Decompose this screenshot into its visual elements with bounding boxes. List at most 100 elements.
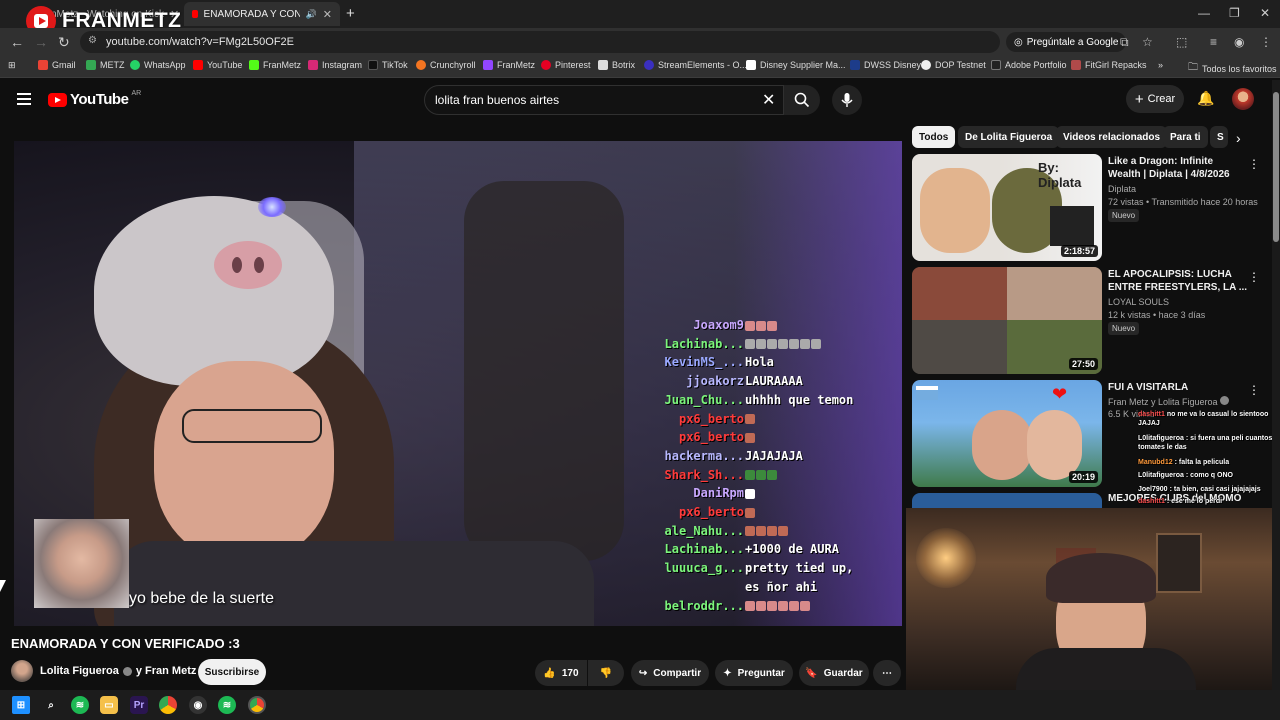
new-tab-button[interactable]: + — [346, 5, 355, 22]
bookmark-tiktok[interactable]: TikTok — [368, 60, 408, 70]
more-actions-button[interactable]: ⋯ — [873, 660, 901, 686]
bookmark-gmail[interactable]: Gmail — [38, 60, 76, 70]
search-icon[interactable]: ⌕ — [42, 696, 60, 714]
bookmark-franmetz-twitch[interactable]: FranMetz — [483, 60, 535, 70]
crunchyroll-icon — [416, 60, 426, 70]
chip-todos[interactable]: Todos — [912, 126, 956, 148]
profile-icon[interactable]: ◉ — [1234, 35, 1244, 49]
bookmark-fitgirl[interactable]: FitGirl Repacks — [1071, 60, 1147, 70]
more-vertical-icon[interactable]: ⋮ — [1248, 270, 1260, 284]
file-explorer-icon[interactable]: ▭ — [100, 696, 118, 714]
channel-name[interactable]: Lolita Figueroa y Fran Metz — [40, 665, 196, 677]
more-vertical-icon[interactable]: ⋮ — [1248, 157, 1260, 171]
obs-icon[interactable]: ◉ — [189, 696, 207, 714]
bookmark-adobe-portfolio[interactable]: Adobe Portfolio — [991, 60, 1067, 70]
ask-google-button[interactable]: ◎ Pregúntale a Google — [1006, 32, 1127, 52]
maximize-icon[interactable]: ❐ — [1229, 6, 1240, 20]
rec-thumbnail[interactable]: By: Diplata 2:18:57 — [912, 154, 1102, 261]
chat-message: KevinMS_... Hola — [644, 355, 904, 373]
bookmark-star-icon[interactable]: ☆ — [1142, 35, 1153, 49]
create-button[interactable]: + Crear — [1126, 85, 1184, 113]
dislike-button[interactable]: 👎 — [588, 660, 624, 686]
bookmark-botrix[interactable]: Botrix — [598, 60, 635, 70]
site-info-icon[interactable]: ⚙ — [88, 35, 97, 46]
bookmark-dwss-disney[interactable]: DWSS Disney — [850, 60, 921, 70]
like-button[interactable]: 👍 170 — [535, 660, 587, 686]
extensions-icon[interactable]: ⬚ — [1176, 35, 1187, 49]
voice-search-button[interactable] — [832, 85, 862, 115]
forward-icon[interactable]: → — [34, 34, 48, 50]
install-app-icon[interactable]: ⧉ — [1120, 35, 1129, 50]
more-vertical-icon[interactable]: ⋮ — [1248, 383, 1260, 397]
search-button[interactable] — [784, 85, 820, 115]
save-button[interactable]: 🔖 Guardar — [799, 660, 869, 686]
account-avatar[interactable] — [1232, 88, 1254, 110]
share-icon: ↪ — [638, 667, 648, 679]
bookmark-instagram[interactable]: Instagram — [308, 60, 362, 70]
bookmark-disney-supplier[interactable]: Disney Supplier Ma... — [746, 60, 846, 70]
more-bookmarks-icon[interactable]: » — [1158, 60, 1163, 70]
chat-username: belroddr... — [664, 598, 744, 613]
bookmark-youtube[interactable]: YouTube — [193, 60, 242, 70]
speaker-icon[interactable]: 🔊 — [306, 9, 317, 20]
chat-message: luuuca_g... pretty tied up, — [644, 561, 904, 579]
ask-button[interactable]: ✦ Preguntar — [715, 660, 793, 686]
kebab-menu-icon[interactable]: ⋮ — [1260, 35, 1272, 49]
bookmark-franmetz[interactable]: FranMetz — [249, 60, 301, 70]
premiere-icon[interactable]: Pr — [130, 696, 148, 714]
rec-title[interactable]: Like a Dragon: Infinite Wealth | Diplata… — [1108, 155, 1248, 181]
chip-related[interactable]: Videos relacionados — [1056, 126, 1168, 148]
chip-for-you[interactable]: Para ti — [1163, 126, 1208, 148]
hamburger-menu-icon[interactable] — [17, 93, 31, 105]
chrome-active-icon[interactable] — [248, 696, 266, 714]
chat-message: Lachinab... — [644, 337, 904, 355]
chat-message: Shark_Sh... — [644, 468, 904, 486]
more-horizontal-icon: ⋯ — [882, 667, 892, 679]
spotify-icon-2[interactable]: ≋ — [218, 696, 236, 714]
bookmark-dop-testnet[interactable]: DOP Testnet — [921, 60, 986, 70]
youtube-logo[interactable]: YouTube AR — [48, 90, 141, 108]
rec-channel[interactable]: Fran Metz y Lolita Figueroa — [1108, 396, 1230, 407]
bookmark-streamelements[interactable]: StreamElements - O... — [644, 60, 747, 70]
media-icon[interactable]: ≡ — [1210, 35, 1217, 49]
chrome-icon[interactable] — [159, 696, 177, 714]
reload-icon[interactable]: ↻ — [58, 34, 70, 51]
chevron-right-icon[interactable]: › — [1236, 130, 1241, 146]
clear-search-icon[interactable]: ✕ — [762, 90, 775, 110]
chat-message: px6_berto — [644, 430, 904, 448]
rec-thumbnail[interactable] — [912, 493, 1102, 509]
stream-chat-username: L0litafigueroa — [1138, 435, 1184, 442]
channel-avatar[interactable] — [11, 660, 33, 682]
bookmark-metz[interactable]: METZ — [86, 60, 125, 70]
pig-snout — [214, 241, 282, 289]
scrollbar-thumb[interactable] — [1273, 92, 1279, 242]
bookmark-crunchyroll[interactable]: Crunchyroll — [416, 60, 476, 70]
back-icon[interactable]: ← — [10, 34, 24, 50]
blue-light — [258, 197, 286, 217]
all-favorites-folder[interactable]: 🗀 Todos los favoritos — [1188, 60, 1277, 77]
streamer-shirt — [1016, 648, 1196, 690]
rec-thumbnail[interactable]: ❤ 20:19 — [912, 380, 1102, 487]
url-text: youtube.com/watch?v=FMg2L50OF2E — [106, 36, 295, 48]
chip-more[interactable]: S — [1210, 126, 1228, 148]
apps-icon[interactable]: ⊞ — [8, 60, 16, 71]
share-button[interactable]: ↪ Compartir — [631, 660, 709, 686]
browser-tab-active[interactable]: ENAMORADA Y CON VERIFICADO :3 🔊 ✕ — [184, 2, 340, 26]
rec-title[interactable]: EL APOCALIPSIS: LUCHA ENTRE FREESTYLERS,… — [1108, 268, 1248, 294]
minimize-icon[interactable]: — — [1198, 6, 1210, 20]
bookmark-whatsapp[interactable]: WhatsApp — [130, 60, 186, 70]
chip-channel[interactable]: De Lolita Figueroa — [958, 126, 1060, 148]
close-icon[interactable]: ✕ — [323, 8, 332, 21]
close-window-icon[interactable]: ✕ — [1260, 6, 1270, 20]
search-input[interactable]: lolita fran buenos airtes — [424, 85, 784, 115]
notifications-bell-icon[interactable]: 🔔 — [1197, 90, 1214, 107]
rec-title[interactable]: FUI A VISITARLA — [1108, 381, 1248, 394]
windows-start-icon[interactable]: ⊞ — [12, 696, 30, 714]
spotify-icon[interactable]: ≋ — [71, 696, 89, 714]
rec-channel[interactable]: LOYAL SOULS — [1108, 297, 1169, 307]
rec-thumbnail[interactable]: 27:50 — [912, 267, 1102, 374]
url-field[interactable]: ⚙ youtube.com/watch?v=FMg2L50OF2E — [80, 31, 1000, 53]
rec-channel[interactable]: Diplata — [1108, 184, 1136, 194]
bookmark-pinterest[interactable]: Pinterest — [541, 60, 591, 70]
subscribe-button[interactable]: Suscribirse — [198, 659, 266, 685]
